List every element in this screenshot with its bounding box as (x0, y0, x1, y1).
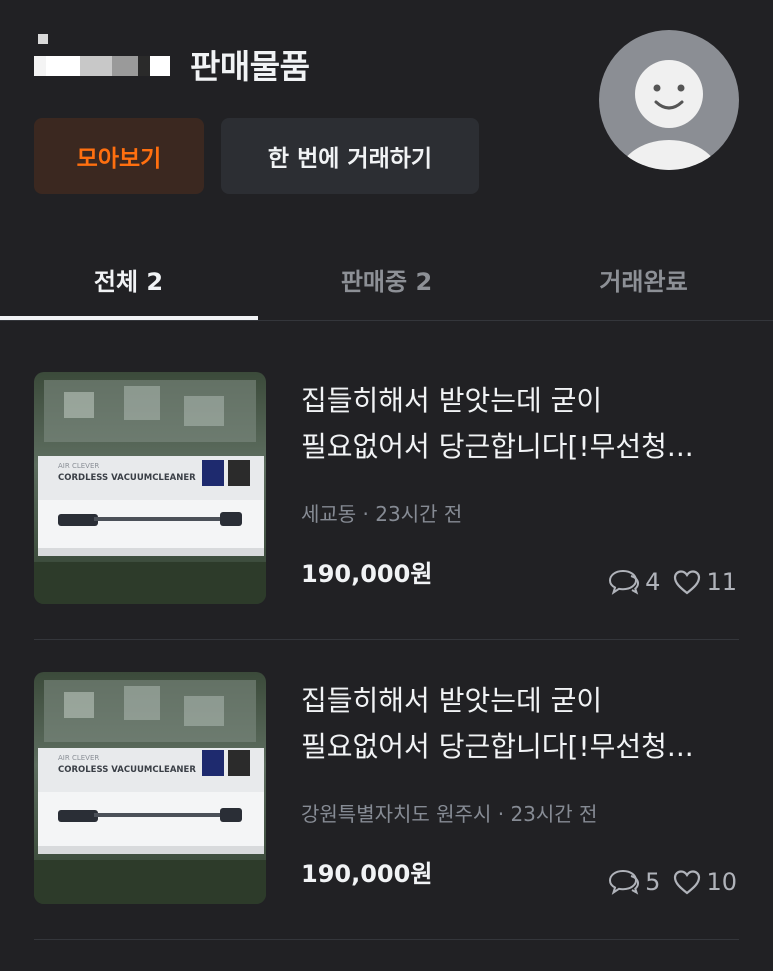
item-time: 23시간 전 (510, 802, 598, 826)
tab-on-sale[interactable]: 판매중 2 (258, 240, 515, 318)
product-thumbnail: AIR CLEVER CORDLESS VACUUMCLEANER (34, 372, 266, 604)
like-count: 11 (706, 568, 737, 596)
item-price: 190,000원 (301, 560, 433, 588)
heart-icon (674, 870, 701, 895)
item-title-line-1: 집들히해서 받앗는데 굳이 (301, 684, 603, 717)
tab-bar: 전체 2 판매중 2 거래완료 (0, 240, 773, 321)
bulk-trade-button[interactable]: 한 번에 거래하기 (221, 118, 479, 194)
heart-icon (674, 570, 701, 595)
collect-view-button[interactable]: 모아보기 (34, 118, 204, 194)
chat-bubble-icon (609, 569, 640, 595)
item-location: 강원특별자치도 원주시 (301, 802, 492, 826)
box-text-product: COROLESS VACUUMCLEANER (58, 765, 196, 775)
blurred-username (34, 34, 170, 78)
list-item[interactable]: AIR CLEVER COROLESS VACUUMCLEANER 집들히해서 … (0, 640, 773, 940)
box-text-brand: AIR CLEVER (58, 462, 99, 470)
chat-count: 4 (645, 568, 661, 596)
tab-all[interactable]: 전체 2 (0, 240, 257, 318)
tab-sold[interactable]: 거래완료 (515, 240, 772, 318)
item-time: 23시간 전 (375, 502, 463, 526)
profile-header: 판매물품 모아보기 한 번에 거래하기 (0, 0, 773, 210)
item-price: 190,000원 (301, 860, 433, 888)
item-title-line-2: 필요없어서 당근합니다[!무선청... (301, 430, 694, 463)
like-count: 10 (706, 868, 737, 896)
item-divider (34, 939, 739, 940)
item-location: 세교동 (301, 502, 357, 526)
item-title: 집들히해서 받앗는데 굳이 필요없어서 당근합니다[!무선청... (301, 678, 741, 770)
default-profile-icon (618, 60, 720, 170)
item-title: 집들히해서 받앗는데 굳이 필요없어서 당근합니다[!무선청... (301, 378, 741, 470)
product-thumbnail: AIR CLEVER COROLESS VACUUMCLEANER (34, 672, 266, 904)
active-tab-indicator (0, 316, 258, 320)
meta-separator: · (356, 502, 376, 526)
item-stats: 4 11 (607, 568, 737, 596)
item-stats: 5 10 (607, 868, 737, 896)
list-item[interactable]: AIR CLEVER CORDLESS VACUUMCLEANER 집들히해서 … (0, 340, 773, 640)
item-meta: 세교동 · 23시간 전 (301, 498, 462, 527)
item-title-line-1: 집들히해서 받앗는데 굳이 (301, 384, 603, 417)
chat-bubble-icon (609, 869, 640, 895)
item-meta: 강원특별자치도 원주시 · 23시간 전 (301, 798, 597, 827)
chat-count: 5 (645, 868, 661, 896)
avatar[interactable] (599, 30, 739, 170)
item-title-line-2: 필요없어서 당근합니다[!무선청... (301, 730, 694, 763)
page-title: 판매물품 (190, 47, 310, 86)
box-text-product: CORDLESS VACUUMCLEANER (58, 473, 196, 483)
box-text-brand: AIR CLEVER (58, 754, 99, 762)
meta-separator: · (491, 802, 511, 826)
